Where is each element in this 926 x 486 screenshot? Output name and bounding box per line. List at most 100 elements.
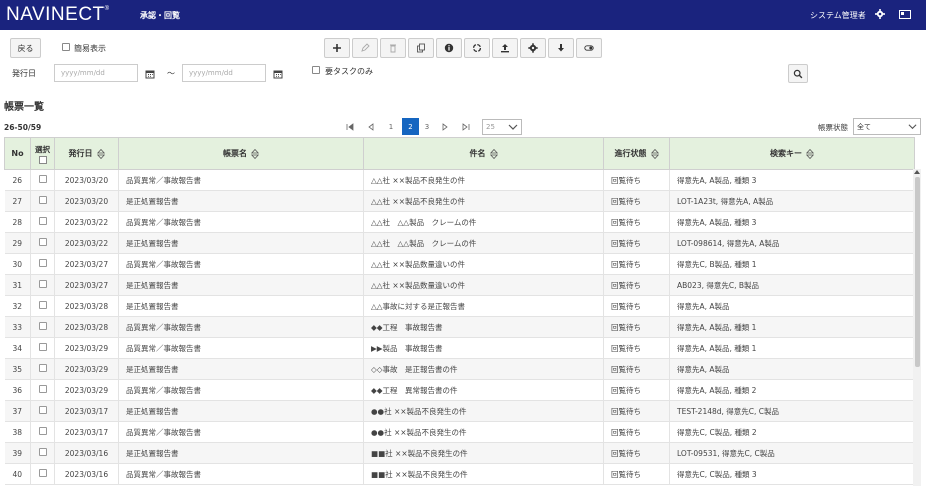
page-1[interactable]: 1 <box>386 120 396 134</box>
edit-button[interactable] <box>352 38 378 58</box>
table-row[interactable]: 33 2023/03/28 品質異常／事故報告書 ◆◆工程 事故報告書 回覧待ち 得意先A… <box>4 316 915 338</box>
page-2-current[interactable]: 2 <box>402 118 419 135</box>
row-checkbox[interactable] <box>38 448 47 456</box>
cell-subject: ■■社 ××製品不良発生の件 <box>363 463 604 485</box>
row-checkbox[interactable] <box>38 175 47 183</box>
status-select[interactable]: 全て <box>853 118 921 135</box>
cell-progress: 回覧待ち <box>603 400 670 422</box>
table-row[interactable]: 32 2023/03/28 是正処置報告書 △△事故に対する是正報告書 回覧待ち 得意先A… <box>4 295 915 317</box>
search-button[interactable] <box>788 64 808 83</box>
simple-view-label: 簡易表示 <box>74 44 106 53</box>
table-row[interactable]: 28 2023/03/22 品質異常／事故報告書 △△社 △△製品 クレームの件 回覧待… <box>4 211 915 233</box>
calendar-icon[interactable] <box>145 69 155 79</box>
cell-select <box>30 211 55 233</box>
col-issue-date[interactable]: 発行日 <box>54 137 119 170</box>
navinect-logo[interactable]: NAVINECT® <box>6 4 110 26</box>
status-label: 帳票状態 <box>818 123 848 132</box>
sort-icon <box>806 148 814 159</box>
scroll-up-icon[interactable] <box>914 170 920 174</box>
date-from-input[interactable]: yyyy/mm/dd <box>54 64 138 82</box>
row-checkbox[interactable] <box>38 322 47 330</box>
cell-subject: △△社 △△製品 クレームの件 <box>363 232 604 254</box>
cell-issue-date: 2023/03/22 <box>54 211 119 233</box>
cell-search-key: 得意先A, A製品 <box>669 295 915 317</box>
col-report-name[interactable]: 帳票名 <box>118 137 364 170</box>
cell-select <box>30 400 55 422</box>
col-search-key[interactable]: 検索キー <box>669 137 915 170</box>
col-subject[interactable]: 件名 <box>363 137 604 170</box>
cell-select <box>30 337 55 359</box>
cell-issue-date: 2023/03/29 <box>54 358 119 380</box>
next-page-icon[interactable] <box>440 120 450 134</box>
scrollbar-thumb[interactable] <box>915 177 920 367</box>
upload-button[interactable] <box>492 38 518 58</box>
table-row[interactable]: 31 2023/03/27 是正処置報告書 △△社 ××製品数量違いの件 回覧待ち AB0… <box>4 274 915 296</box>
cell-subject: △△社 ××製品不良発生の件 <box>363 190 604 212</box>
cell-no: 33 <box>4 316 31 338</box>
page-3[interactable]: 3 <box>422 120 432 134</box>
cell-no: 40 <box>4 463 31 485</box>
row-checkbox[interactable] <box>38 238 47 246</box>
cell-progress: 回覧待ち <box>603 232 670 254</box>
info-button[interactable] <box>436 38 462 58</box>
row-checkbox[interactable] <box>38 217 47 225</box>
cell-progress: 回覧待ち <box>603 379 670 401</box>
window-icon[interactable] <box>899 10 911 19</box>
table-row[interactable]: 40 2023/03/16 品質異常／事故報告書 ■■社 ××製品不良発生の件 回覧待ち… <box>4 463 915 485</box>
cell-issue-date: 2023/03/20 <box>54 190 119 212</box>
select-all-checkbox[interactable] <box>38 155 47 164</box>
row-checkbox[interactable] <box>38 259 47 267</box>
table-row[interactable]: 29 2023/03/22 是正処置報告書 △△社 △△製品 クレームの件 回覧待ち LO… <box>4 232 915 254</box>
plus-icon <box>333 44 341 52</box>
table-row[interactable]: 37 2023/03/17 是正処置報告書 ●●社 ××製品不良発生の件 回覧待ち TES… <box>4 400 915 422</box>
date-to-input[interactable]: yyyy/mm/dd <box>182 64 266 82</box>
table-row[interactable]: 38 2023/03/17 品質異常／事故報告書 ●●社 ××製品不良発生の件 回覧待ち… <box>4 421 915 443</box>
recycle-button[interactable] <box>464 38 490 58</box>
table-row[interactable]: 36 2023/03/29 品質異常／事故報告書 ◆◆工程 異常報告書の件 回覧待ち 得意… <box>4 379 915 401</box>
add-button[interactable] <box>324 38 350 58</box>
row-checkbox[interactable] <box>38 469 47 477</box>
user-name[interactable]: システム管理者 <box>810 10 866 21</box>
row-checkbox[interactable] <box>38 301 47 309</box>
toggle-button[interactable] <box>576 38 602 58</box>
first-page-icon[interactable] <box>345 120 355 134</box>
cell-no: 39 <box>4 442 31 464</box>
row-checkbox[interactable] <box>38 406 47 414</box>
simple-view-checkbox[interactable] <box>62 43 70 51</box>
cell-subject: △△社 △△製品 クレームの件 <box>363 211 604 233</box>
page-size-select[interactable]: 25 <box>482 119 522 135</box>
table-row[interactable]: 30 2023/03/27 品質異常／事故報告書 △△社 ××製品数量違いの件 回覧待ち… <box>4 253 915 275</box>
settings-button[interactable] <box>520 38 546 58</box>
cell-report-name: 品質異常／事故報告書 <box>118 379 364 401</box>
back-button[interactable]: 戻る <box>10 38 41 58</box>
cell-no: 27 <box>4 190 31 212</box>
sort-icon <box>489 148 498 159</box>
row-checkbox[interactable] <box>38 427 47 435</box>
copy-button[interactable] <box>408 38 434 58</box>
prev-page-icon[interactable] <box>366 120 376 134</box>
list-title: 帳票一覧 <box>4 102 44 113</box>
table-row[interactable]: 26 2023/03/20 品質異常／事故報告書 △△社 ××製品不良発生の件 回覧待ち… <box>4 169 915 191</box>
table-row[interactable]: 27 2023/03/20 是正処置報告書 △△社 ××製品不良発生の件 回覧待ち LOT… <box>4 190 915 212</box>
table-row[interactable]: 34 2023/03/29 品質異常／事故報告書 ▶▶製品 事故報告書 回覧待ち 得意先A… <box>4 337 915 359</box>
cell-subject: △△事故に対する是正報告書 <box>363 295 604 317</box>
delete-button[interactable] <box>380 38 406 58</box>
cell-select <box>30 379 55 401</box>
row-checkbox[interactable] <box>38 364 47 372</box>
my-tasks-checkbox[interactable] <box>312 66 320 74</box>
row-checkbox[interactable] <box>38 280 47 288</box>
last-page-icon[interactable] <box>461 120 471 134</box>
col-progress[interactable]: 進行状態 <box>603 137 670 170</box>
calendar-icon[interactable] <box>273 69 283 79</box>
row-checkbox[interactable] <box>38 385 47 393</box>
row-checkbox[interactable] <box>38 196 47 204</box>
table-row[interactable]: 35 2023/03/29 是正処置報告書 ◇◇事故 是正報告書の件 回覧待ち 得意先A,… <box>4 358 915 380</box>
cell-subject: △△社 ××製品不良発生の件 <box>363 169 604 191</box>
table-row[interactable]: 39 2023/03/16 是正処置報告書 ■■社 ××製品不良発生の件 回覧待ち LOT… <box>4 442 915 464</box>
gear-icon[interactable] <box>875 9 885 19</box>
cell-issue-date: 2023/03/29 <box>54 337 119 359</box>
pager-bar: 1 2 3 <box>0 117 920 135</box>
row-checkbox[interactable] <box>38 343 47 351</box>
cell-select <box>30 232 55 254</box>
download-button[interactable] <box>548 38 574 58</box>
